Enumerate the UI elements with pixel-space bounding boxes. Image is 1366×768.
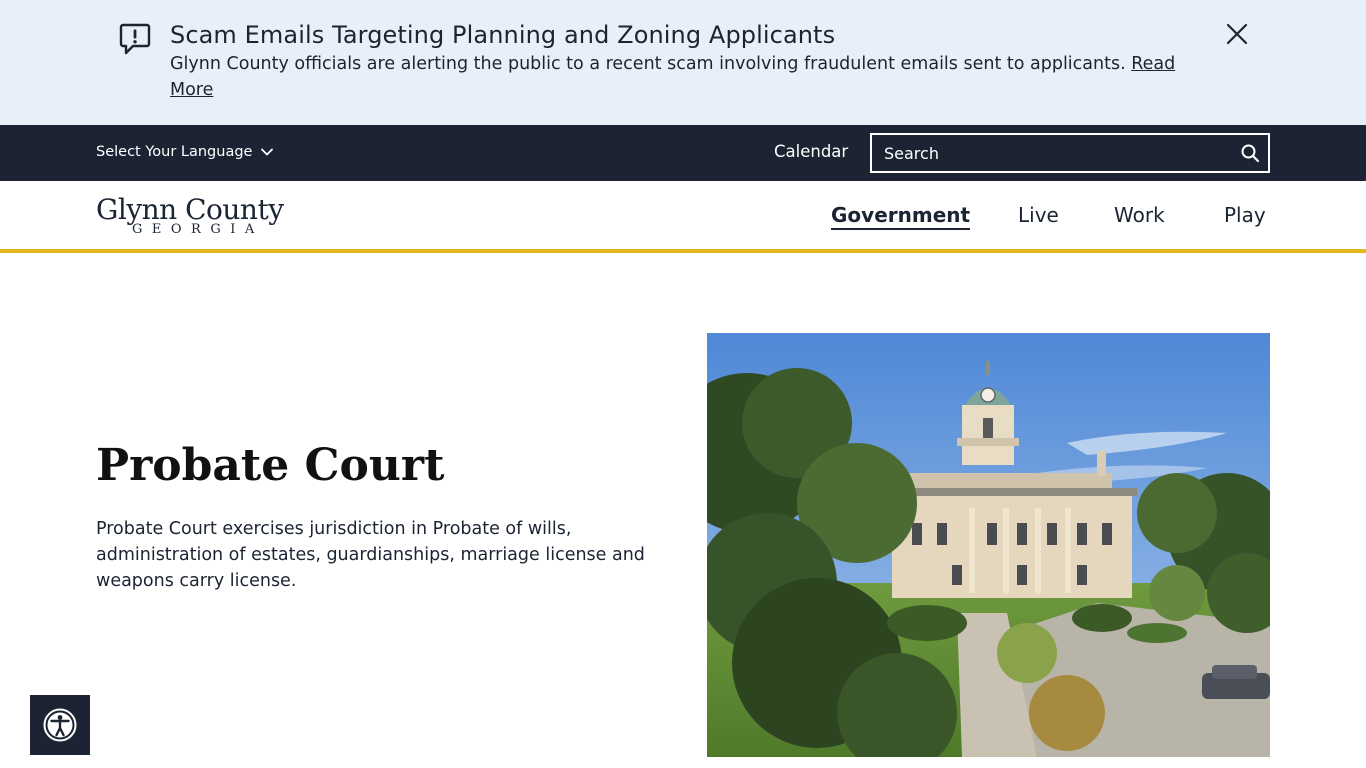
alert-message-icon [119,23,151,55]
courthouse-illustration [707,333,1270,757]
nav-live[interactable]: Live [1018,203,1059,227]
search-box [870,133,1270,173]
courthouse-photo [707,333,1270,757]
alert-banner: Scam Emails Targeting Planning and Zonin… [0,0,1366,125]
alert-text: Glynn County officials are alerting the … [170,54,1132,74]
nav-work[interactable]: Work [1114,203,1165,227]
logo-subtitle: GEORGIA [132,222,264,237]
close-icon[interactable] [1224,21,1250,47]
nav-government[interactable]: Government [831,203,971,230]
calendar-link[interactable]: Calendar [774,142,848,161]
alert-title: Scam Emails Targeting Planning and Zonin… [170,21,836,49]
page-description: Probate Court exercises jurisdiction in … [96,519,645,591]
search-icon[interactable] [1240,143,1260,163]
utility-bar: Select Your Language Calendar [0,125,1366,181]
language-label: Select Your Language [96,144,253,160]
glynn-county-logo[interactable]: Glynn County GEORGIA [96,193,290,239]
accessibility-icon [43,708,77,742]
search-input[interactable] [872,135,1222,171]
chevron-down-icon [261,148,274,156]
main-header: Glynn County GEORGIA Government Live Wor… [0,181,1366,253]
alert-description: Glynn County officials are alerting the … [170,51,1210,103]
accessibility-button[interactable] [30,695,90,755]
page-title: Probate Court [96,440,445,491]
nav-play[interactable]: Play [1224,203,1266,227]
language-selector[interactable]: Select Your Language [96,144,274,160]
